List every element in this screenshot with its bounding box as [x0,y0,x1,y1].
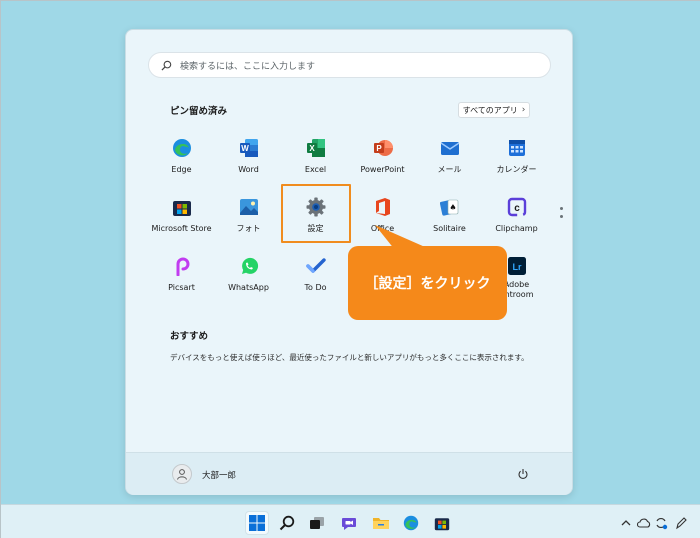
windows-logo-icon [249,515,265,531]
app-microsoft-store[interactable]: Microsoft Store [148,192,215,244]
photos-icon [238,196,260,218]
chat-button[interactable] [337,511,361,535]
whatsapp-icon [238,255,260,277]
mail-icon [439,137,461,159]
app-label: カレンダー [496,165,537,174]
app-calendar[interactable]: カレンダー [483,133,550,185]
word-icon: W [238,137,260,159]
user-name[interactable]: 大部一郎 [202,469,236,481]
all-apps-label: すべてのアプリ [462,105,518,115]
sync-icon[interactable] [654,515,668,531]
app-label: メール [437,165,462,174]
app-mail[interactable]: メール [416,133,483,185]
start-button[interactable] [245,511,269,535]
app-label: To Do [304,283,327,292]
app-label: WhatsApp [228,283,269,292]
svg-text:X: X [309,144,315,153]
clipchamp-icon: c [506,196,528,218]
settings-highlight-box [281,184,351,243]
chevron-up-icon[interactable] [621,515,631,531]
file-explorer-button[interactable] [369,511,393,535]
recommended-title: おすすめ [170,331,209,342]
lightroom-icon: Lr [506,255,528,277]
app-whatsapp[interactable]: WhatsApp [215,251,282,303]
svg-text:Lr: Lr [512,262,521,272]
app-label: Picsart [168,283,195,292]
taskbar-search-button[interactable] [275,511,299,535]
taskbar [1,504,700,538]
picsart-icon [171,255,193,277]
search-placeholder: 検索するには、ここに入力します [180,61,316,72]
app-label: Excel [304,165,327,174]
pen-icon[interactable] [675,515,687,531]
chat-icon [342,518,356,530]
store-icon [434,518,450,531]
app-label: Edge [171,165,192,174]
svg-text:♠: ♠ [449,203,456,212]
recommended-text: デバイスをもっと使えば使うほど、最近使ったファイルと新しいアプリがもっと多くここ… [170,353,529,362]
app-label: PowerPoint [360,165,405,174]
folder-icon [373,518,389,529]
power-icon [518,469,528,479]
search-input[interactable]: 検索するには、ここに入力します [148,52,551,78]
calendar-icon [506,137,528,159]
edge-taskbar-button[interactable] [399,511,423,535]
svg-text:c: c [514,203,520,214]
app-label: Solitaire [433,224,466,233]
app-edge[interactable]: Edge [148,133,215,185]
task-view-icon [310,517,324,529]
all-apps-button[interactable]: すべてのアプリ › [458,102,530,118]
callout-text: ［設定］をクリック [364,276,491,292]
app-excel[interactable]: X Excel [282,133,349,185]
app-label: Microsoft Store [151,224,212,233]
store-taskbar-button[interactable] [430,511,454,535]
app-picsart[interactable]: Picsart [148,251,215,303]
chevron-right-icon: › [521,105,526,115]
callout: ［設定］をクリック [348,246,507,320]
power-button[interactable] [514,465,532,483]
app-label: Word [238,165,259,174]
todo-icon [305,255,327,277]
app-clipchamp[interactable]: c Clipchamp [483,192,550,244]
avatar[interactable] [172,464,192,484]
edge-icon [403,515,419,531]
search-icon [161,60,172,71]
onedrive-cloud-icon[interactable] [637,515,651,531]
solitaire-icon: ♠ [439,196,461,218]
start-footer: 大部一郎 [126,452,572,495]
app-label: Adobe [503,280,530,289]
office-icon [372,196,394,218]
edge-icon [171,137,193,159]
app-label: フォト [236,224,261,233]
app-label: Clipchamp [495,224,538,233]
page-dots[interactable] [560,207,564,223]
app-todo[interactable]: To Do [282,251,349,303]
app-word[interactable]: W Word [215,133,282,185]
pinned-title: ピン留め済み [170,106,228,117]
store-icon [171,196,193,218]
task-view-button[interactable] [305,511,329,535]
search-icon [279,515,295,531]
app-photos[interactable]: フォト [215,192,282,244]
app-powerpoint[interactable]: P PowerPoint [349,133,416,185]
powerpoint-icon: P [372,137,394,159]
svg-text:P: P [376,144,382,153]
user-icon [177,469,187,480]
svg-text:W: W [241,144,249,153]
excel-icon: X [305,137,327,159]
